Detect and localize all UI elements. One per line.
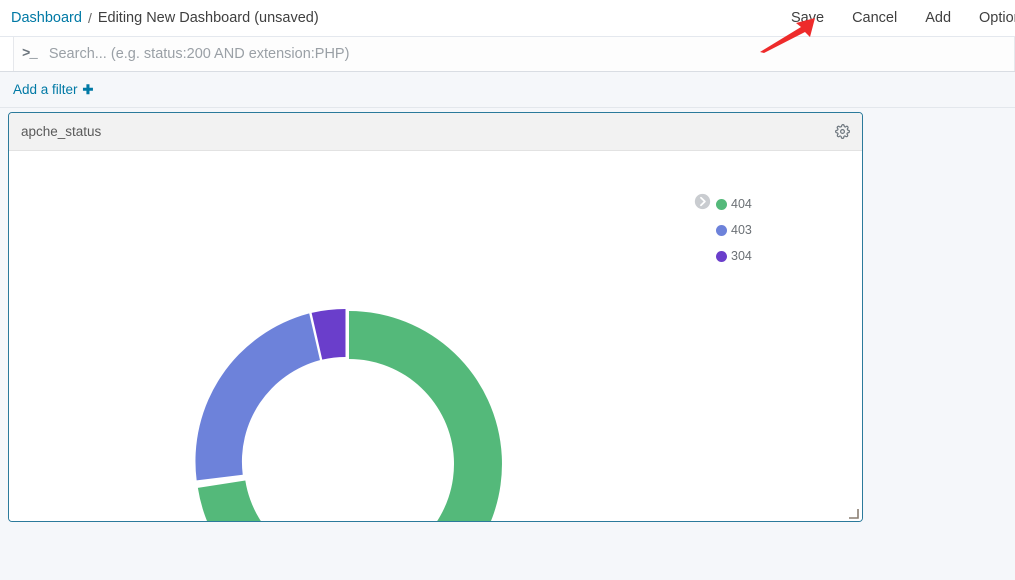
search-box[interactable]: >_ (13, 37, 1015, 71)
donut-chart-svg (195, 309, 502, 521)
legend-item-404[interactable]: 404 (716, 191, 752, 217)
filter-bar: Add a filter ✚ (0, 72, 1015, 108)
terminal-prompt-icon: >_ (22, 46, 38, 62)
breadcrumb-separator: / (87, 10, 92, 26)
dashboard-canvas: apche_status 404 403 304 (0, 108, 1015, 580)
breadcrumb: Dashboard / Editing New Dashboard (unsav… (11, 10, 319, 26)
add-filter-label: Add a filter (13, 82, 78, 97)
donut-chart[interactable]: 404 403 304 (9, 151, 862, 521)
options-button[interactable]: Options (979, 10, 1015, 26)
legend-item-304[interactable]: 304 (716, 243, 752, 269)
legend-label-304: 304 (731, 249, 752, 263)
legend-swatch-404-icon (716, 198, 727, 210)
legend-swatch-304-icon (716, 250, 727, 262)
search-bar: >_ (0, 36, 1015, 72)
donut-slice-403[interactable] (195, 313, 320, 481)
save-button[interactable]: Save (791, 10, 824, 26)
panel-title: apche_status (21, 124, 102, 139)
add-button[interactable]: Add (925, 10, 951, 26)
resize-handle-icon[interactable] (847, 507, 859, 519)
breadcrumb-dashboard-link[interactable]: Dashboard (11, 10, 82, 26)
legend-item-403[interactable]: 403 (716, 217, 752, 243)
dashboard-panel-apche-status[interactable]: apche_status 404 403 304 (8, 112, 863, 522)
legend-label-404: 404 (731, 197, 752, 211)
legend-items: 404 403 304 (716, 191, 752, 269)
plus-icon: ✚ (82, 82, 94, 97)
panel-header: apche_status (9, 113, 862, 151)
top-bar: Dashboard / Editing New Dashboard (unsav… (0, 0, 1015, 53)
legend-label-403: 403 (731, 223, 752, 237)
cancel-button[interactable]: Cancel (852, 10, 897, 26)
gear-icon[interactable] (831, 121, 853, 143)
chevron-right-circle-icon[interactable] (694, 193, 711, 210)
add-filter-button[interactable]: Add a filter ✚ (13, 82, 93, 97)
panel-body: 404 403 304 (9, 151, 862, 521)
breadcrumb-current-title: Editing New Dashboard (unsaved) (97, 10, 319, 26)
chart-legend: 404 403 304 (694, 191, 752, 269)
legend-swatch-403-icon (716, 224, 727, 236)
search-input[interactable] (48, 37, 1014, 71)
top-navigation: Save Cancel Add Options (791, 10, 1015, 26)
